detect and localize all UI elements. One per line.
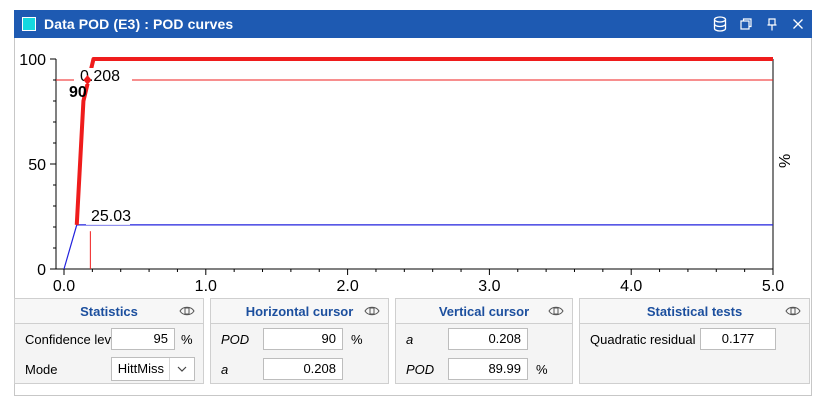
window-tools — [712, 10, 806, 38]
x-tick-label: 2.0 — [336, 278, 358, 295]
statistics-panel-header: Statistics — [15, 299, 203, 324]
mode-row: Mode HittMiss — [15, 354, 203, 384]
h-a-row: a 0.208 — [211, 354, 388, 384]
restore-icon[interactable] — [738, 16, 754, 32]
y-tick-label: 100 — [19, 52, 46, 69]
h-a-label: a — [221, 361, 229, 377]
window-app-icon — [22, 17, 36, 31]
mode-select[interactable]: HittMiss — [111, 357, 195, 381]
h-pod-row: POD 90 % — [211, 324, 388, 354]
chevron-down-icon[interactable] — [169, 358, 194, 380]
quad-residual-label: Quadratic residual — [590, 331, 696, 347]
v-a-row: a 0.208 — [396, 324, 572, 354]
statistical-tests-panel: Statistical tests Quadratic residual 0.1… — [579, 298, 810, 384]
v-a-input[interactable]: 0.208 — [448, 328, 528, 350]
h-a-input[interactable]: 0.208 — [263, 358, 343, 380]
v-pod-row: POD 89.99 % — [396, 354, 572, 384]
h-pod-unit: % — [351, 331, 363, 347]
pod-curve — [74, 57, 773, 226]
visibility-toggle-icon[interactable] — [179, 304, 195, 322]
horizontal-cursor-header: Horizontal cursor — [211, 299, 388, 324]
mode-select-value: HittMiss — [117, 361, 164, 376]
v-pod-input[interactable]: 89.99 — [448, 358, 528, 380]
x-tick-label: 1.0 — [195, 278, 217, 295]
x-tick-label: 0.0 — [53, 278, 75, 295]
h-pod-input[interactable]: 90 — [263, 328, 343, 350]
database-icon[interactable] — [712, 16, 728, 32]
horizontal-cursor-panel: Horizontal cursor POD 90 % a 0.208 — [210, 298, 389, 384]
confidence-input[interactable]: 95 — [111, 328, 175, 350]
v-a-label: a — [406, 331, 414, 347]
confidence-row: Confidence level 95 % — [15, 324, 203, 354]
pin-icon[interactable] — [764, 16, 780, 32]
visibility-toggle-icon[interactable] — [364, 304, 380, 322]
confidence-label: Confidence level — [25, 331, 122, 347]
lower-curve-label: 25.03 — [91, 208, 131, 225]
visibility-toggle-icon[interactable] — [785, 304, 801, 322]
quad-residual-row: Quadratic residual 0.177 — [580, 324, 809, 354]
y-unit-label: % — [777, 154, 794, 168]
vertical-cursor-title: Vertical cursor — [438, 303, 530, 319]
statistical-tests-title: Statistical tests — [646, 303, 743, 319]
h-pod-label: POD — [221, 331, 250, 347]
mode-label: Mode — [25, 361, 58, 377]
lower-bound-curve — [63, 224, 773, 270]
v-pod-label: POD — [406, 361, 435, 377]
cursor-pod-label: 90 — [69, 84, 87, 101]
vertical-cursor-header: Vertical cursor — [396, 299, 572, 324]
window-title: Data POD (E3) : POD curves — [44, 16, 234, 32]
confidence-unit: % — [181, 331, 193, 347]
statistical-tests-header: Statistical tests — [580, 299, 809, 324]
close-icon[interactable] — [790, 16, 806, 32]
vertical-cursor-panel: Vertical cursor a 0.208 POD 89.99 % — [395, 298, 573, 384]
x-tick-label: 4.0 — [620, 278, 642, 295]
statistics-panel-title: Statistics — [80, 303, 138, 319]
quad-residual-value: 0.177 — [700, 328, 776, 350]
y-tick-label: 50 — [28, 157, 46, 174]
y-tick-label: 0 — [37, 262, 46, 279]
pod-chart[interactable]: 0501000.0 1.0 2.0 3.0 4.0 5.0 0.2089025.03 % — [0, 38, 827, 298]
x-tick-label: 5.0 — [762, 278, 784, 295]
x-tick-label: 3.0 — [478, 278, 500, 295]
horizontal-cursor-title: Horizontal cursor — [245, 303, 354, 319]
statistics-panel: Statistics Confidence level 95 % Mode Hi… — [14, 298, 204, 384]
window-titlebar: Data POD (E3) : POD curves — [14, 10, 812, 38]
v-pod-unit: % — [536, 361, 548, 377]
visibility-toggle-icon[interactable] — [548, 304, 564, 322]
